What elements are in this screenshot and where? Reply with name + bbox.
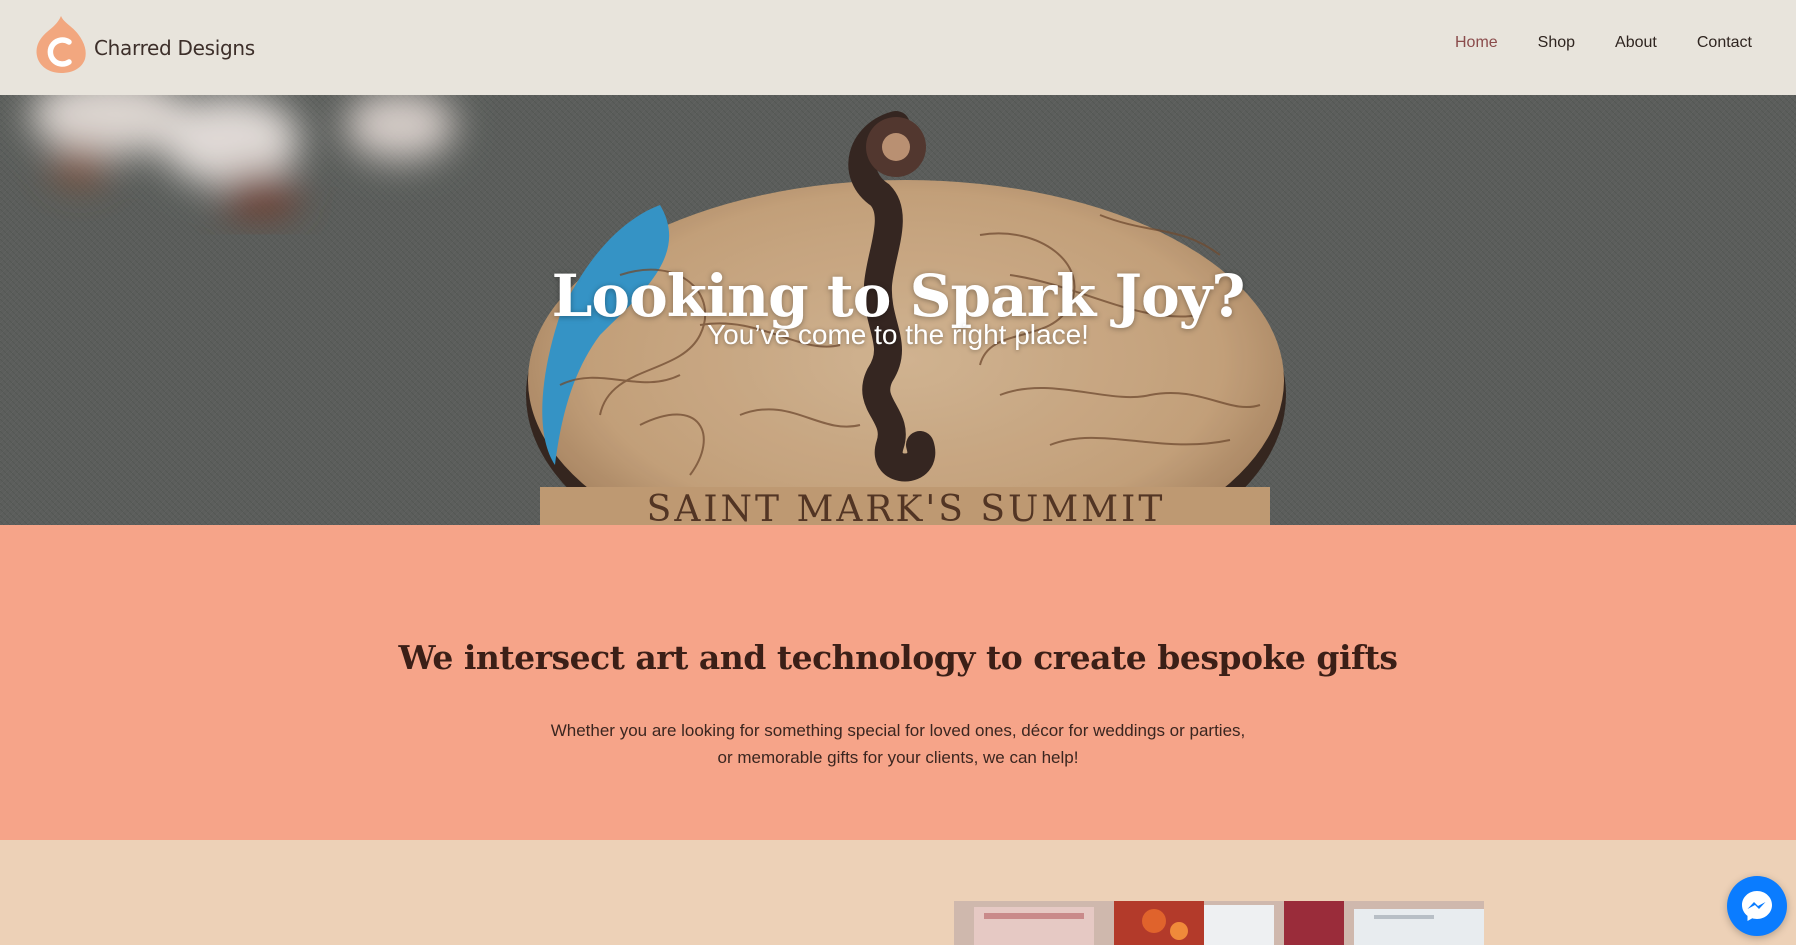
site-header: Charred Designs Home Shop About Contact	[0, 0, 1796, 95]
featured-section	[0, 840, 1796, 945]
nav-contact-link[interactable]: Contact	[1697, 34, 1752, 52]
intro-description: Whether you are looking for something sp…	[0, 717, 1796, 771]
brand-logo-link[interactable]: Charred Designs	[34, 14, 255, 74]
intro-section: We intersect art and technology to creat…	[0, 525, 1796, 840]
intro-description-line-2: or memorable gifts for your clients, we …	[717, 748, 1079, 767]
messenger-icon	[1742, 891, 1772, 921]
hero-banner: SAINT MARK'S SUMMIT Looking to Spark Joy…	[0, 95, 1796, 525]
brand-name: Charred Designs	[94, 36, 255, 60]
nav-home-link[interactable]: Home	[1455, 34, 1498, 52]
gift-photo	[954, 901, 1484, 945]
hero-subtitle: You’ve come to the right place!	[707, 319, 1089, 350]
gift-photo-image	[954, 901, 1484, 945]
main-nav: Home Shop About Contact	[1415, 34, 1752, 52]
intro-heading: We intersect art and technology to creat…	[398, 638, 1399, 678]
intro-description-line-1: Whether you are looking for something sp…	[550, 721, 1246, 740]
nav-about-link[interactable]: About	[1615, 34, 1657, 52]
nav-shop-link[interactable]: Shop	[1538, 34, 1575, 52]
flame-c-logo-icon	[36, 16, 86, 73]
messenger-chat-button[interactable]	[1727, 876, 1787, 936]
